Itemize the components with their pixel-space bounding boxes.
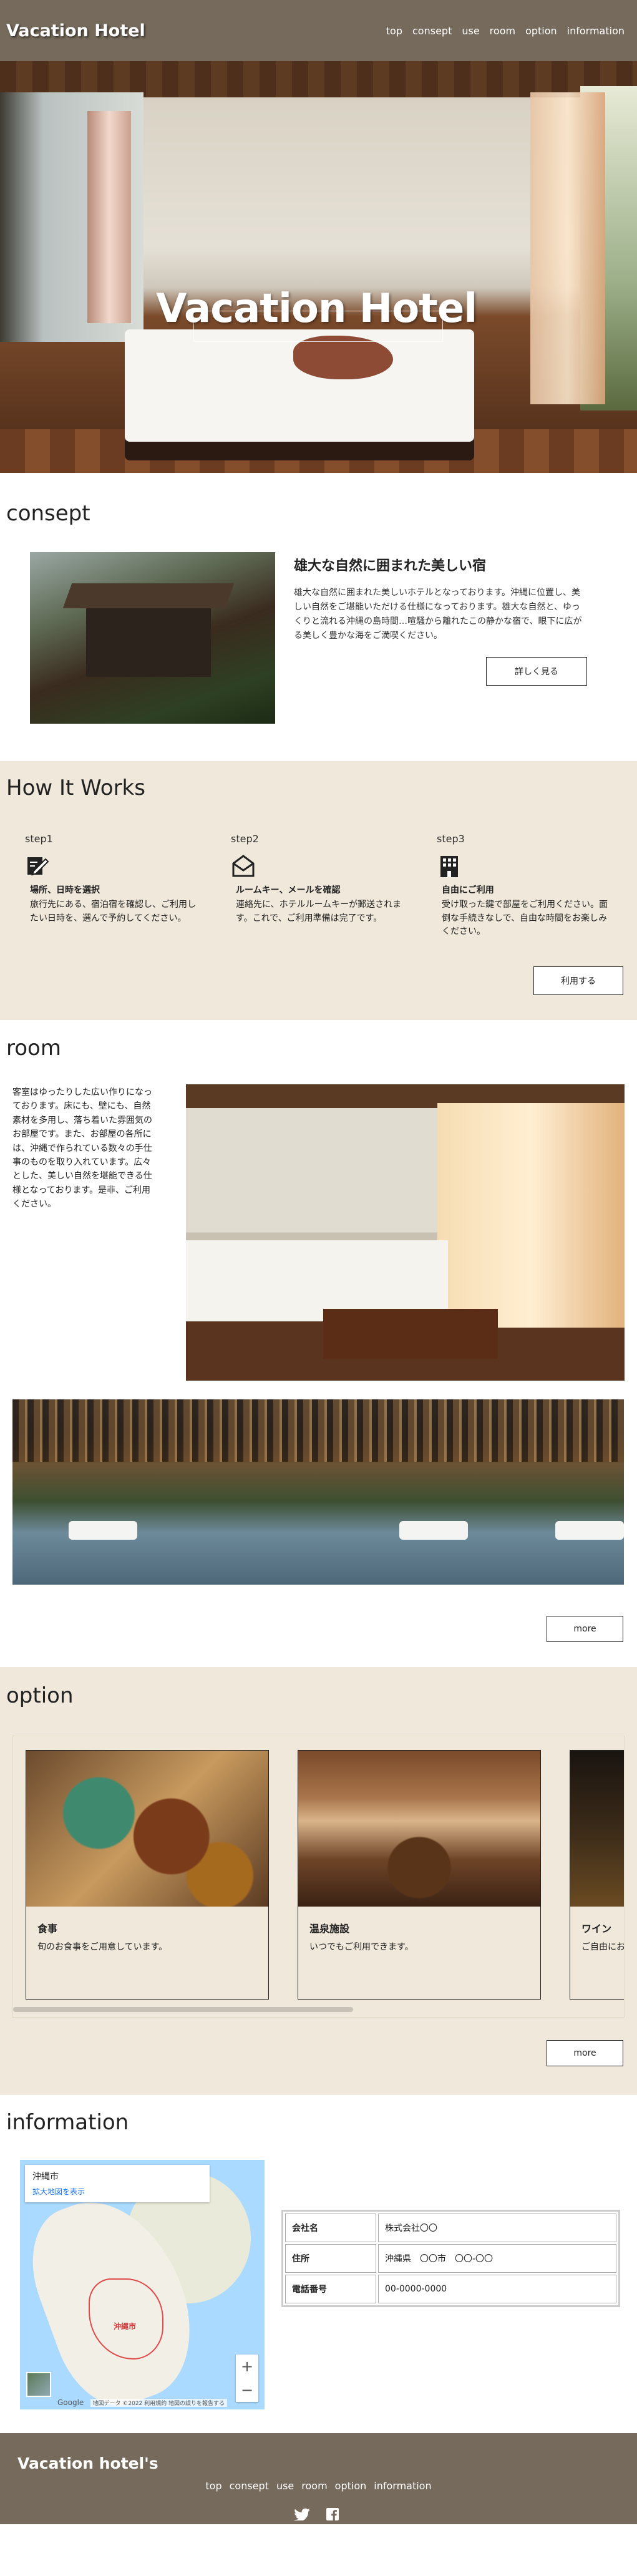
section-title: option bbox=[6, 1683, 74, 1709]
map-place-name: 沖縄市 bbox=[32, 2172, 59, 2182]
footer-nav-consept[interactable]: consept bbox=[230, 2480, 269, 2492]
nav-option[interactable]: option bbox=[525, 25, 557, 37]
section-title: information bbox=[6, 2110, 129, 2136]
map-brand: Google bbox=[57, 2398, 84, 2408]
step-desc: 連絡先に、ホテルルームキーが郵送されます。これで、ご利用準備は完了です。 bbox=[236, 900, 402, 923]
hero-image-curtain bbox=[530, 92, 605, 404]
step-label: step3 bbox=[437, 833, 465, 845]
option-section: option 食事 旬のお食事をご用意しています。 温泉施設 いつでもご利用でき… bbox=[0, 1667, 637, 2096]
twitter-icon[interactable] bbox=[293, 2508, 311, 2522]
step-1: step1 場所、日時を選択 旅行先にある、宿泊宿を確認し、ご利用したい日時を、… bbox=[25, 833, 196, 939]
footer-nav: top consept use room option information bbox=[0, 2480, 637, 2492]
table-row: 電話番号 00-0000-0000 bbox=[285, 2275, 616, 2304]
footer-nav-use[interactable]: use bbox=[276, 2480, 294, 2492]
onsen-photo bbox=[298, 1751, 540, 1907]
map-enlarge-link[interactable]: 拡大地図を表示 bbox=[32, 2186, 202, 2197]
table-row: 住所 沖縄県 〇〇市 〇〇-〇〇 bbox=[285, 2244, 616, 2273]
room-section: room 客室はゆったりした広い作りになっております。床にも、壁にも、自然素材を… bbox=[0, 1020, 637, 1667]
section-title: consept bbox=[6, 501, 90, 526]
step-desc: 受け取った鍵で部屋をご利用ください。面倒な手続きなしで、自由な時間をお楽しみくだ… bbox=[442, 900, 608, 937]
main-nav: top consept use room option information bbox=[386, 25, 625, 37]
option-card-desc: ご自由にお楽しみください。 bbox=[581, 1942, 625, 1953]
section-title: How It Works bbox=[6, 775, 145, 800]
write-icon bbox=[25, 853, 50, 878]
option-card-desc: いつでもご利用できます。 bbox=[309, 1942, 414, 1953]
room-photo-bedroom bbox=[186, 1084, 625, 1381]
table-value: 株式会社〇〇 bbox=[378, 2214, 616, 2243]
consept-heading: 雄大な自然に囲まれた美しい宿 bbox=[294, 558, 487, 574]
step-head: 場所、日時を選択 bbox=[30, 885, 100, 895]
details-button[interactable]: 詳しく見る bbox=[486, 657, 587, 686]
nav-consept[interactable]: consept bbox=[412, 25, 452, 37]
map-city-label: 沖縄市 bbox=[114, 2322, 137, 2331]
option-card[interactable]: 温泉施設 いつでもご利用できます。 bbox=[298, 1750, 541, 2000]
zoom-out-button[interactable]: − bbox=[241, 2381, 253, 2399]
nav-information[interactable]: information bbox=[567, 25, 625, 37]
map-embed[interactable]: 沖縄市 沖縄市 拡大地図を表示 Google 地図データ ©2022 利用規約 … bbox=[20, 2160, 265, 2410]
option-card-title: ワイン bbox=[581, 1923, 612, 1935]
step-head: 自由にご利用 bbox=[442, 885, 494, 895]
option-card-title: 温泉施設 bbox=[309, 1923, 350, 1935]
table-label: 電話番号 bbox=[285, 2275, 376, 2304]
wine-photo bbox=[570, 1751, 624, 1907]
map-place-card: 沖縄市 拡大地図を表示 bbox=[25, 2165, 210, 2203]
use-button[interactable]: 利用する bbox=[533, 966, 623, 996]
consept-photo bbox=[30, 552, 275, 724]
option-card-desc: 旬のお食事をご用意しています。 bbox=[37, 1942, 168, 1953]
room-more-button[interactable]: more bbox=[547, 1616, 623, 1643]
hero-section: Vacation Hotel bbox=[0, 61, 637, 473]
mail-icon bbox=[231, 853, 256, 878]
nav-use[interactable]: use bbox=[462, 25, 479, 37]
option-slider[interactable]: 食事 旬のお食事をご用意しています。 温泉施設 いつでもご利用できます。 ワイン… bbox=[12, 1736, 625, 2018]
step-desc: 旅行先にある、宿泊宿を確認し、ご利用したい日時を、選んで予約してください。 bbox=[30, 900, 196, 923]
option-card[interactable]: ワイン ご自由にお楽しみください。 bbox=[570, 1750, 625, 2000]
map-terms[interactable]: 地図データ ©2022 利用規約 地図の誤りを報告する bbox=[90, 2399, 227, 2408]
facebook-icon[interactable] bbox=[326, 2508, 344, 2521]
room-body: 客室はゆったりした広い作りになっております。床にも、壁にも、自然素材を多用し、落… bbox=[12, 1087, 152, 1210]
hero-title: Vacation Hotel bbox=[156, 286, 477, 332]
hero-image-curtain bbox=[87, 111, 131, 323]
step-2: step2 ルームキー、メールを確認 連絡先に、ホテルルームキーが郵送されます。… bbox=[231, 833, 402, 939]
slider-scrollbar[interactable] bbox=[13, 2007, 353, 2013]
consept-body: 雄大な自然に囲まれた美しいホテルとなっております。沖縄に位置し、美しい自然をご堪… bbox=[294, 588, 582, 641]
company-info-table: 会社名 株式会社〇〇 住所 沖縄県 〇〇市 〇〇-〇〇 電話番号 00-0000… bbox=[281, 2210, 620, 2308]
option-card[interactable]: 食事 旬のお食事をご用意しています。 bbox=[26, 1750, 269, 2000]
nav-top[interactable]: top bbox=[386, 25, 402, 37]
map-zoom-control: + − bbox=[236, 2355, 258, 2403]
table-row: 会社名 株式会社〇〇 bbox=[285, 2214, 616, 2243]
zoom-in-button[interactable]: + bbox=[241, 2358, 253, 2375]
step-3: step3 自由にご利用 受け取った鍵で部屋をご利用ください。面倒な手続きなしで… bbox=[437, 833, 608, 939]
step-label: step2 bbox=[231, 833, 259, 845]
footer-nav-room[interactable]: room bbox=[301, 2480, 327, 2492]
option-more-button[interactable]: more bbox=[547, 2040, 623, 2067]
building-icon bbox=[437, 853, 462, 878]
table-value: 沖縄県 〇〇市 〇〇-〇〇 bbox=[378, 2244, 616, 2273]
nav-room[interactable]: room bbox=[490, 25, 515, 37]
option-card-title: 食事 bbox=[37, 1923, 58, 1935]
table-label: 住所 bbox=[285, 2244, 376, 2273]
how-it-works-section: How It Works step1 場所、日時を選択 旅行先にある、宿泊宿を確… bbox=[0, 761, 637, 1021]
site-footer: Vacation hotel's top consept use room op… bbox=[0, 2433, 637, 2525]
step-label: step1 bbox=[25, 833, 53, 845]
section-title: room bbox=[6, 1036, 61, 1061]
footer-nav-information[interactable]: information bbox=[374, 2480, 431, 2492]
footer-logo[interactable]: Vacation hotel's bbox=[0, 2454, 637, 2472]
table-value: 00-0000-0000 bbox=[378, 2275, 616, 2304]
footer-nav-top[interactable]: top bbox=[205, 2480, 221, 2492]
site-logo[interactable]: Vacation Hotel bbox=[6, 21, 145, 41]
site-header: Vacation Hotel top consept use room opti… bbox=[0, 0, 637, 61]
room-photo-pool bbox=[12, 1399, 624, 1585]
step-head: ルームキー、メールを確認 bbox=[236, 885, 341, 895]
map-satellite-toggle[interactable] bbox=[26, 2372, 51, 2398]
information-section: information 沖縄市 沖縄市 拡大地図を表示 Google 地図データ… bbox=[0, 2095, 637, 2433]
food-photo bbox=[26, 1751, 268, 1907]
footer-nav-option[interactable]: option bbox=[335, 2480, 367, 2492]
consept-section: consept 雄大な自然に囲まれた美しい宿 雄大な自然に囲まれた美しいホテルと… bbox=[0, 473, 637, 761]
table-label: 会社名 bbox=[285, 2214, 376, 2243]
